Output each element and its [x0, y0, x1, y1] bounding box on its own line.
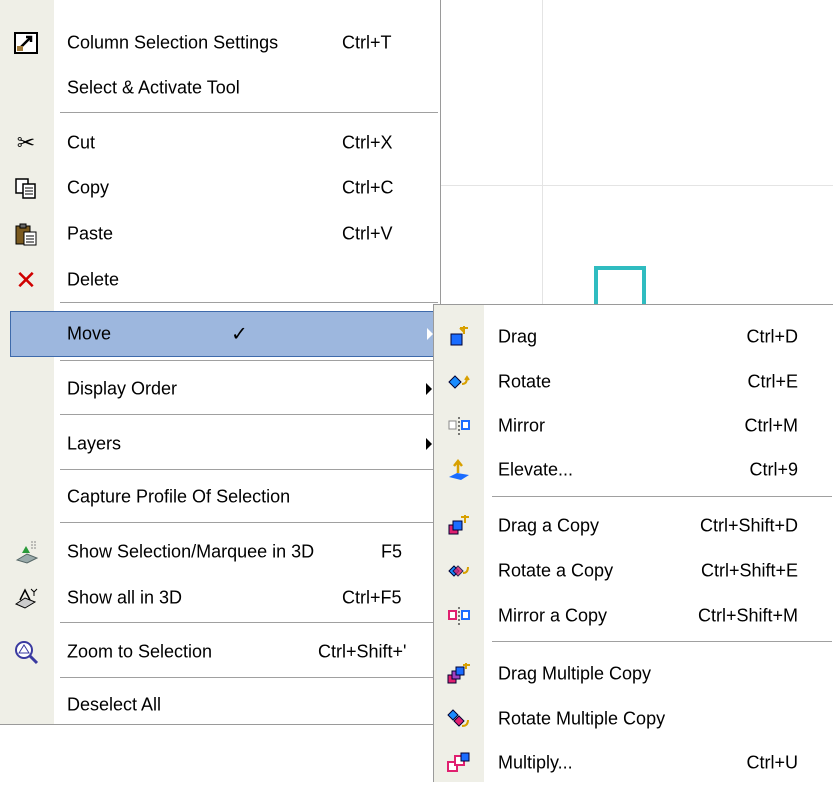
submenu-item-drag-multiple-copy[interactable]: Drag Multiple Copy [434, 652, 833, 696]
menu-item-label: Cut [67, 132, 96, 153]
menu-item-label: Zoom to Selection [67, 641, 213, 662]
menu-separator [60, 112, 438, 116]
submenu-item-shortcut: Ctrl+D [746, 326, 798, 347]
menu-item-deselect-all[interactable]: Deselect All [0, 682, 440, 728]
menu-separator [60, 622, 438, 626]
submenu-item-multiply[interactable]: Multiply... Ctrl+U [434, 741, 833, 785]
menu-item-label: Delete [67, 269, 120, 290]
menu-separator [60, 414, 438, 418]
submenu-item-rotate[interactable]: Rotate Ctrl+E [434, 360, 833, 404]
submenu-item-shortcut: Ctrl+M [744, 415, 799, 436]
submenu-item-label: Drag a Copy [498, 515, 600, 536]
submenu-item-label: Mirror a Copy [498, 605, 608, 626]
copy-icon [10, 174, 42, 202]
submenu-item-mirror-copy[interactable]: Mirror a Copy Ctrl+Shift+M [434, 594, 833, 638]
checkmark-icon: ✓ [231, 323, 248, 346]
drag-icon [444, 324, 474, 350]
rotate-icon [444, 369, 474, 395]
submenu-item-shortcut: Ctrl+U [746, 752, 798, 773]
menu-item-shortcut: Ctrl+C [342, 177, 394, 198]
submenu-item-rotate-copy[interactable]: Rotate a Copy Ctrl+Shift+E [434, 549, 833, 593]
mirror-icon [444, 413, 474, 439]
menu-item-label: Layers [67, 433, 122, 454]
move-submenu: Drag Ctrl+D Rotate Ctrl+E Mirror Ctrl+M … [433, 304, 833, 782]
submenu-item-rotate-multiple-copy[interactable]: Rotate Multiple Copy [434, 697, 833, 741]
menu-item-label: Column Selection Settings [67, 32, 279, 53]
mirror-copy-icon [444, 603, 474, 629]
menu-item-label: Capture Profile Of Selection [67, 486, 291, 507]
menu-item-label: Paste [67, 223, 114, 244]
menu-item-shortcut: Ctrl+T [342, 32, 392, 53]
menu-item-label: Select & Activate Tool [67, 77, 240, 98]
menu-item-shortcut: Ctrl+F5 [342, 587, 402, 608]
show-all-3d-icon [10, 584, 42, 612]
paste-icon [10, 220, 42, 248]
zoom-selection-icon [10, 638, 42, 666]
menu-item-label: Copy [67, 177, 110, 198]
submenu-item-shortcut: Ctrl+Shift+D [699, 515, 798, 536]
menu-separator [60, 522, 438, 526]
submenu-item-elevate[interactable]: Elevate... Ctrl+9 [434, 448, 833, 492]
submenu-item-label: Drag Multiple Copy [498, 663, 652, 684]
drag-multiple-icon [444, 661, 474, 687]
submenu-separator [492, 496, 832, 500]
menu-item-show-selection-3d[interactable]: Show Selection/Marquee in 3D F5 [0, 529, 440, 575]
multiply-icon [444, 750, 474, 776]
menu-item-label: Display Order [67, 378, 178, 399]
menu-item-shortcut: Ctrl+V [342, 223, 393, 244]
menu-separator [60, 677, 438, 681]
menu-separator [60, 302, 438, 306]
menu-item-shortcut: F5 [381, 541, 403, 562]
drag-copy-icon [444, 513, 474, 539]
submenu-item-mirror[interactable]: Mirror Ctrl+M [434, 404, 833, 448]
rotate-multiple-icon [444, 706, 474, 732]
menu-item-copy[interactable]: Copy Ctrl+C [0, 165, 440, 211]
menu-separator [60, 360, 438, 364]
menu-item-column-selection-settings[interactable]: Column Selection Settings Ctrl+T [0, 20, 440, 66]
menu-item-label: Deselect All [67, 694, 162, 715]
submenu-item-drag[interactable]: Drag Ctrl+D [434, 315, 833, 359]
menu-item-cut[interactable]: ✂ Cut Ctrl+X [0, 120, 440, 166]
menu-item-display-order[interactable]: Display Order [0, 366, 440, 412]
column-settings-icon [10, 29, 42, 57]
submenu-item-drag-copy[interactable]: Drag a Copy Ctrl+Shift+D [434, 504, 833, 548]
menu-item-paste[interactable]: Paste Ctrl+V [0, 211, 440, 257]
submenu-item-label: Rotate [498, 371, 552, 392]
menu-item-select-activate-tool[interactable]: Select & Activate Tool [0, 65, 440, 111]
context-menu: Column Selection Settings Ctrl+T Select … [0, 0, 441, 725]
menu-item-move[interactable]: Move ✓ [10, 311, 440, 357]
menu-item-delete[interactable]: ✕ Delete [0, 257, 440, 303]
submenu-item-label: Rotate Multiple Copy [498, 708, 666, 729]
menu-item-show-all-3d[interactable]: Show all in 3D Ctrl+F5 [0, 575, 440, 621]
menu-item-label: Show Selection/Marquee in 3D [67, 541, 315, 562]
show-selection-3d-icon [10, 538, 42, 566]
submenu-arrow-icon [426, 438, 432, 450]
scissors-icon: ✂ [16, 130, 36, 155]
submenu-item-shortcut: Ctrl+Shift+M [697, 605, 798, 626]
delete-x-icon: ✕ [15, 264, 37, 295]
menu-item-shortcut: Ctrl+Shift+' [318, 641, 407, 662]
submenu-arrow-icon [426, 383, 432, 395]
submenu-item-shortcut: Ctrl+Shift+E [700, 560, 798, 581]
submenu-item-label: Mirror [498, 415, 545, 436]
menu-item-layers[interactable]: Layers [0, 421, 440, 467]
submenu-item-shortcut: Ctrl+E [747, 371, 798, 392]
rotate-copy-icon [444, 558, 474, 584]
menu-separator [60, 469, 438, 473]
menu-item-label: Move [67, 323, 112, 344]
submenu-item-shortcut: Ctrl+9 [749, 459, 798, 480]
selected-element-outline [594, 266, 646, 306]
menu-item-capture-profile[interactable]: Capture Profile Of Selection [0, 474, 440, 520]
menu-item-shortcut: Ctrl+X [342, 132, 393, 153]
submenu-item-label: Drag [498, 326, 538, 347]
menu-item-label: Show all in 3D [67, 587, 183, 608]
elevate-icon [444, 457, 474, 483]
submenu-item-label: Elevate... [498, 459, 574, 480]
menu-item-zoom-selection[interactable]: Zoom to Selection Ctrl+Shift+' [0, 629, 440, 675]
canvas-guide-horizontal [440, 185, 833, 186]
submenu-item-label: Rotate a Copy [498, 560, 614, 581]
submenu-separator [492, 641, 832, 645]
submenu-item-label: Multiply... [498, 752, 573, 773]
